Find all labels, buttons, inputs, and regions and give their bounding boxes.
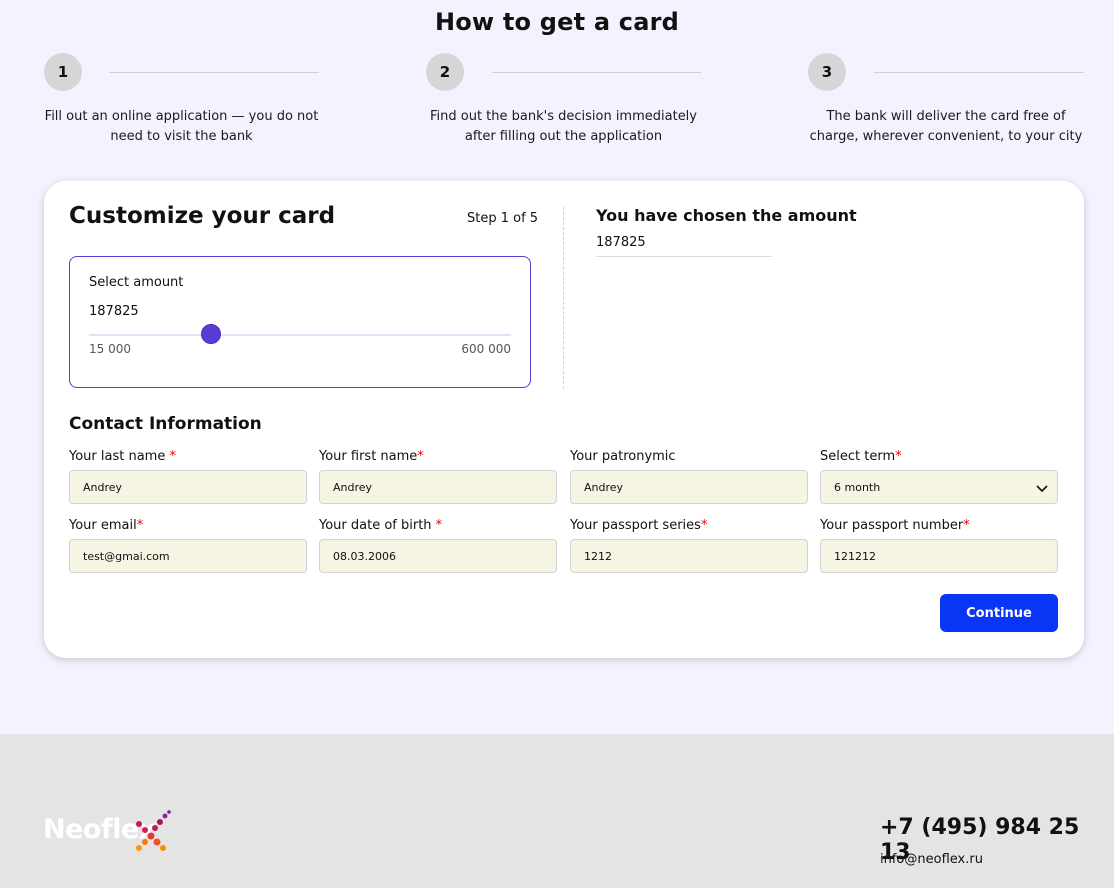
passport-series-field[interactable]: 1212 (570, 539, 808, 573)
vertical-divider (563, 207, 564, 389)
step-indicator: Step 1 of 5 (467, 211, 539, 226)
customize-card-panel: Customize your card Step 1 of 5 Select a… (44, 181, 1084, 658)
contact-email[interactable]: info@neoflex.ru (880, 852, 983, 867)
last-name-label: Your last name * (69, 449, 176, 464)
continue-button[interactable]: Continue (940, 594, 1058, 632)
amount-slider-track[interactable] (89, 334, 511, 336)
step-3-divider (874, 72, 1084, 73)
passport-number-field[interactable]: 121212 (820, 539, 1058, 573)
term-select[interactable]: 6 month (820, 470, 1058, 504)
patronymic-field[interactable]: Andrey (570, 470, 808, 504)
step-2-text: Find out the bank's decision immediately… (429, 109, 697, 144)
email-field[interactable]: test@gmai.com (69, 539, 307, 573)
chosen-amount-value: 187825 (596, 235, 646, 250)
first-name-field[interactable]: Andrey (319, 470, 557, 504)
slider-min-label: 15 000 (89, 342, 131, 356)
amount-selector: Select amount 187825 15 000 600 000 (69, 256, 531, 388)
chosen-amount-title: You have chosen the amount (596, 206, 857, 225)
chevron-down-icon (1036, 485, 1048, 493)
contact-info-title: Contact Information (69, 414, 262, 434)
last-name-field[interactable]: Andrey (69, 470, 307, 504)
slider-max-label: 600 000 (461, 342, 511, 356)
chosen-amount-underline (596, 256, 772, 257)
neoflex-logo[interactable]: Neoflex (43, 808, 173, 854)
page-title: How to get a card (434, 8, 680, 36)
step-1-text: Fill out an online application — you do … (44, 109, 319, 144)
step-1-divider (109, 72, 319, 73)
passport-series-label: Your passport series* (570, 518, 708, 533)
email-label: Your email* (69, 518, 144, 533)
amount-label: Select amount (89, 275, 184, 290)
step-1-number: 1 (44, 53, 82, 91)
card-title: Customize your card (69, 203, 336, 229)
step-2-number: 2 (426, 53, 464, 91)
birthdate-field[interactable]: 08.03.2006 (319, 539, 557, 573)
patronymic-label: Your patronymic (570, 449, 676, 464)
amount-slider-thumb[interactable] (201, 324, 222, 344)
footer: Neoflex +7 (495) 984 25 13 info@neoflex.… (0, 734, 1114, 888)
step-3-text: The bank will deliver the card free of c… (809, 109, 1083, 144)
first-name-label: Your first name* (319, 449, 424, 464)
term-label: Select term* (820, 449, 902, 464)
step-2-divider (492, 72, 701, 73)
step-3-number: 3 (808, 53, 846, 91)
neoflex-x-logo-icon (136, 810, 171, 851)
birthdate-label: Your date of birth * (319, 518, 443, 533)
passport-number-label: Your passport number* (820, 518, 970, 533)
amount-value: 187825 (89, 304, 139, 319)
